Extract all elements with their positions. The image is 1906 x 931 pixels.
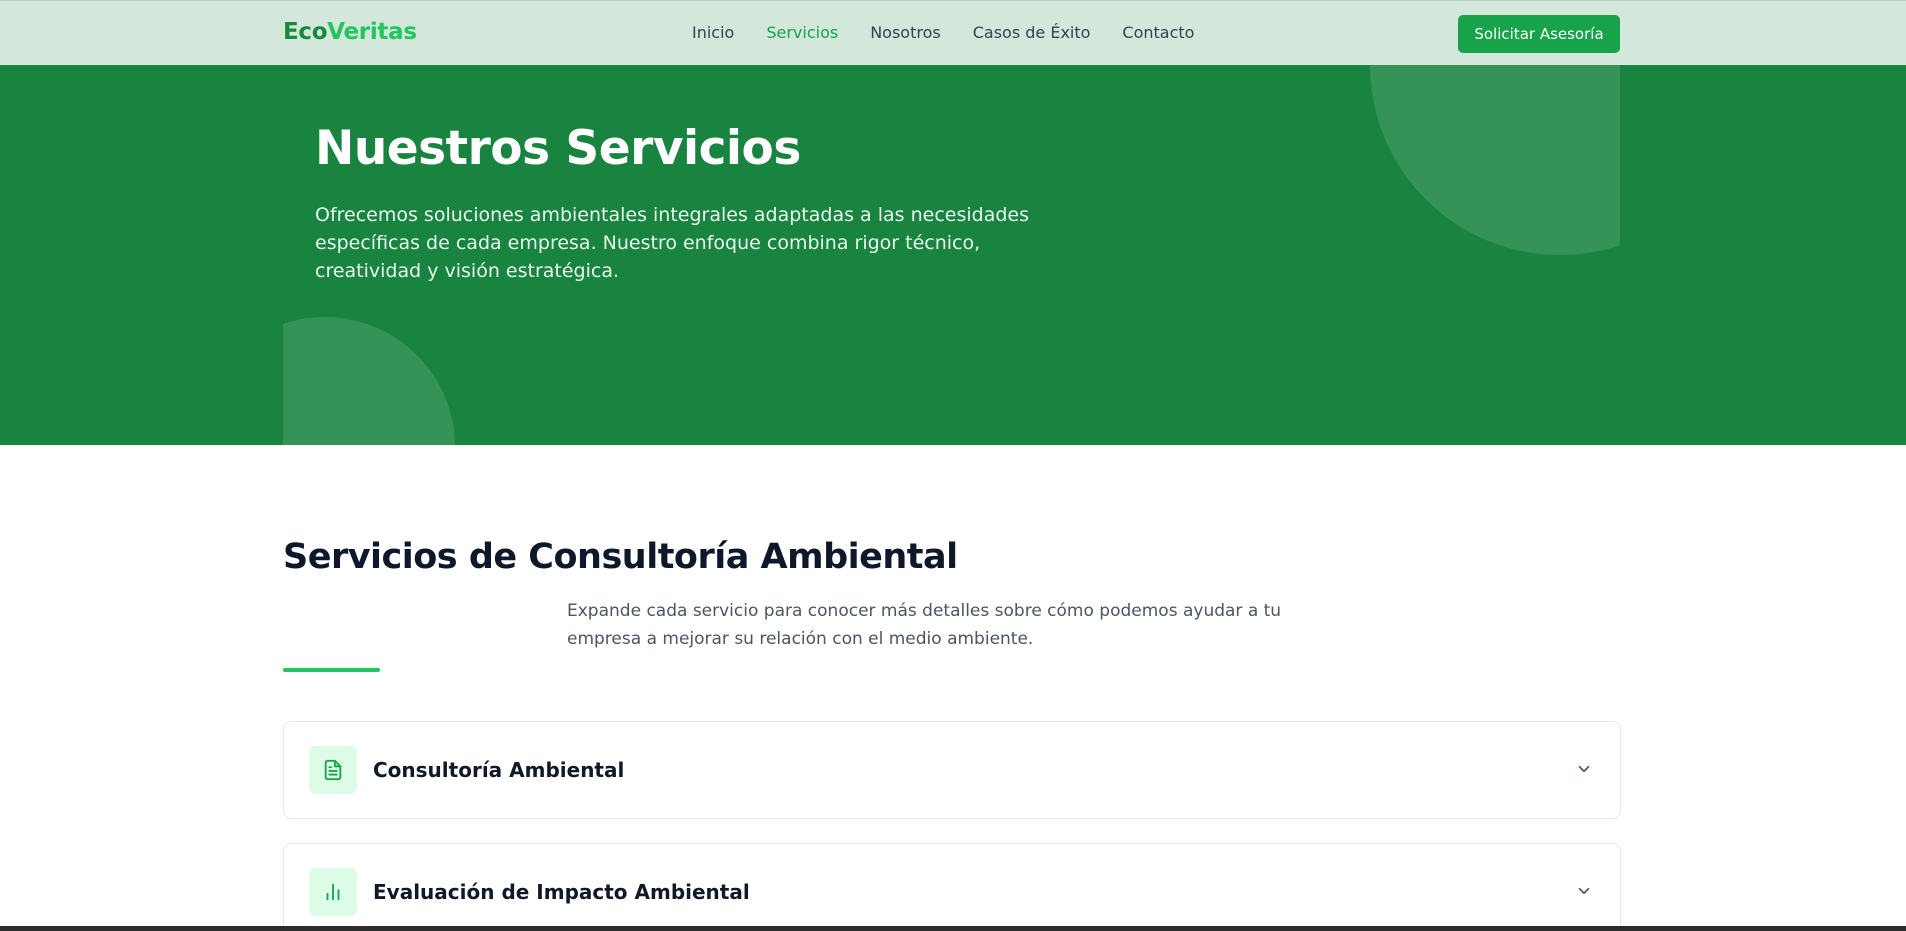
nav-link-inicio[interactable]: Inicio <box>692 23 734 42</box>
service-accordion-item[interactable]: Consultoría Ambiental <box>283 721 1621 819</box>
hero-description: Ofrecemos soluciones ambientales integra… <box>315 204 1029 282</box>
hero-banner: Nuestros Servicios Ofrecemos soluciones … <box>0 65 1906 445</box>
brand-logo[interactable]: EcoVeritas <box>283 19 417 45</box>
section-title-underline <box>283 668 380 672</box>
nav-link-nosotros[interactable]: Nosotros <box>870 23 941 42</box>
decorative-circle-top-right <box>1370 65 1620 255</box>
nav-link-contacto[interactable]: Contacto <box>1122 23 1194 42</box>
nav-link-casos-de-exito[interactable]: Casos de Éxito <box>973 23 1091 42</box>
window-bottom-edge <box>0 926 1906 931</box>
section-description: Expande cada servicio para conocer más d… <box>567 601 1282 649</box>
brand-logo-part1: Eco <box>283 19 328 45</box>
service-accordion-item[interactable]: Evaluación de Impacto Ambiental <box>283 843 1621 931</box>
document-icon <box>309 746 357 794</box>
request-consulting-button[interactable]: Solicitar Asesoría <box>1458 15 1620 53</box>
chevron-down-icon[interactable] <box>1574 881 1594 901</box>
service-title: Evaluación de Impacto Ambiental <box>373 880 750 904</box>
brand-logo-part2: Veritas <box>327 19 417 45</box>
decorative-circle-bottom-left <box>283 317 455 445</box>
nav-link-servicios[interactable]: Servicios <box>766 23 838 42</box>
section-title: Servicios de Consultoría Ambiental <box>283 537 958 577</box>
page: EcoVeritas Inicio Servicios Nosotros Cas… <box>0 0 1906 931</box>
hero-title: Nuestros Servicios <box>315 121 801 176</box>
bar-chart-icon <box>309 868 357 916</box>
service-title: Consultoría Ambiental <box>373 758 625 782</box>
main-nav: Inicio Servicios Nosotros Casos de Éxito… <box>692 23 1226 42</box>
chevron-down-icon[interactable] <box>1574 759 1594 779</box>
navbar: EcoVeritas Inicio Servicios Nosotros Cas… <box>0 0 1906 65</box>
